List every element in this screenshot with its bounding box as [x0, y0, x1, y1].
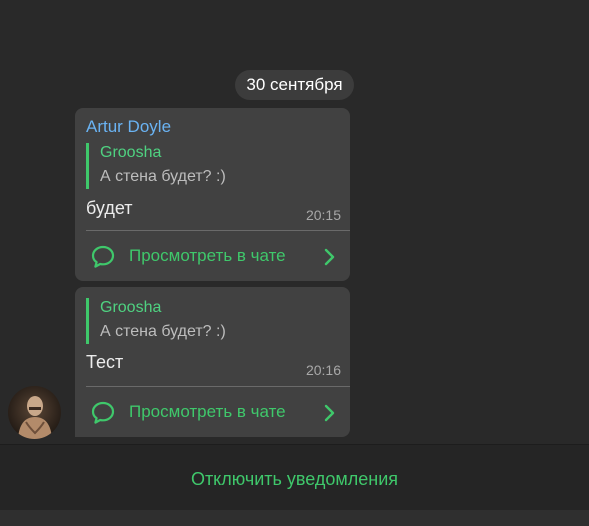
reply-text: А стена будет? :)	[100, 323, 226, 340]
message-time: 20:16	[305, 362, 341, 378]
chevron-right-icon	[324, 248, 335, 266]
chevron-right-icon	[324, 404, 335, 422]
chat-area: 30 сентября Artur Doyle Groosha А стена …	[0, 0, 589, 444]
avatar-image	[8, 386, 61, 439]
chat-bubble-icon	[91, 401, 115, 424]
reply-author: Groosha	[100, 144, 162, 161]
message-bubble[interactable]: Artur Doyle Groosha А стена будет? :) бу…	[75, 108, 350, 281]
message-text: Тест	[86, 352, 124, 372]
message-sender[interactable]: Artur Doyle	[86, 117, 171, 137]
bottom-bar: Отключить уведомления	[0, 444, 589, 510]
message-text: будет	[86, 198, 133, 218]
bottom-strip	[0, 510, 589, 526]
view-in-chat-label: Просмотреть в чате	[129, 246, 286, 265]
avatar[interactable]	[8, 386, 61, 439]
reply-quote[interactable]: Groosha А стена будет? :)	[86, 298, 326, 344]
reply-quote[interactable]: Groosha А стена будет? :)	[86, 143, 326, 189]
mute-notifications-button[interactable]: Отключить уведомления	[0, 445, 589, 511]
view-in-chat-button[interactable]: Просмотреть в чате	[75, 387, 350, 437]
date-separator: 30 сентября	[235, 70, 354, 100]
message-time: 20:15	[305, 207, 341, 223]
message-bubble[interactable]: Groosha А стена будет? :) Тест 20:16 Про…	[75, 287, 350, 437]
reply-author: Groosha	[100, 299, 162, 316]
chat-bubble-icon	[91, 245, 115, 268]
view-in-chat-label: Просмотреть в чате	[129, 402, 286, 421]
reply-text: А стена будет? :)	[100, 168, 226, 185]
view-in-chat-button[interactable]: Просмотреть в чате	[75, 231, 350, 281]
